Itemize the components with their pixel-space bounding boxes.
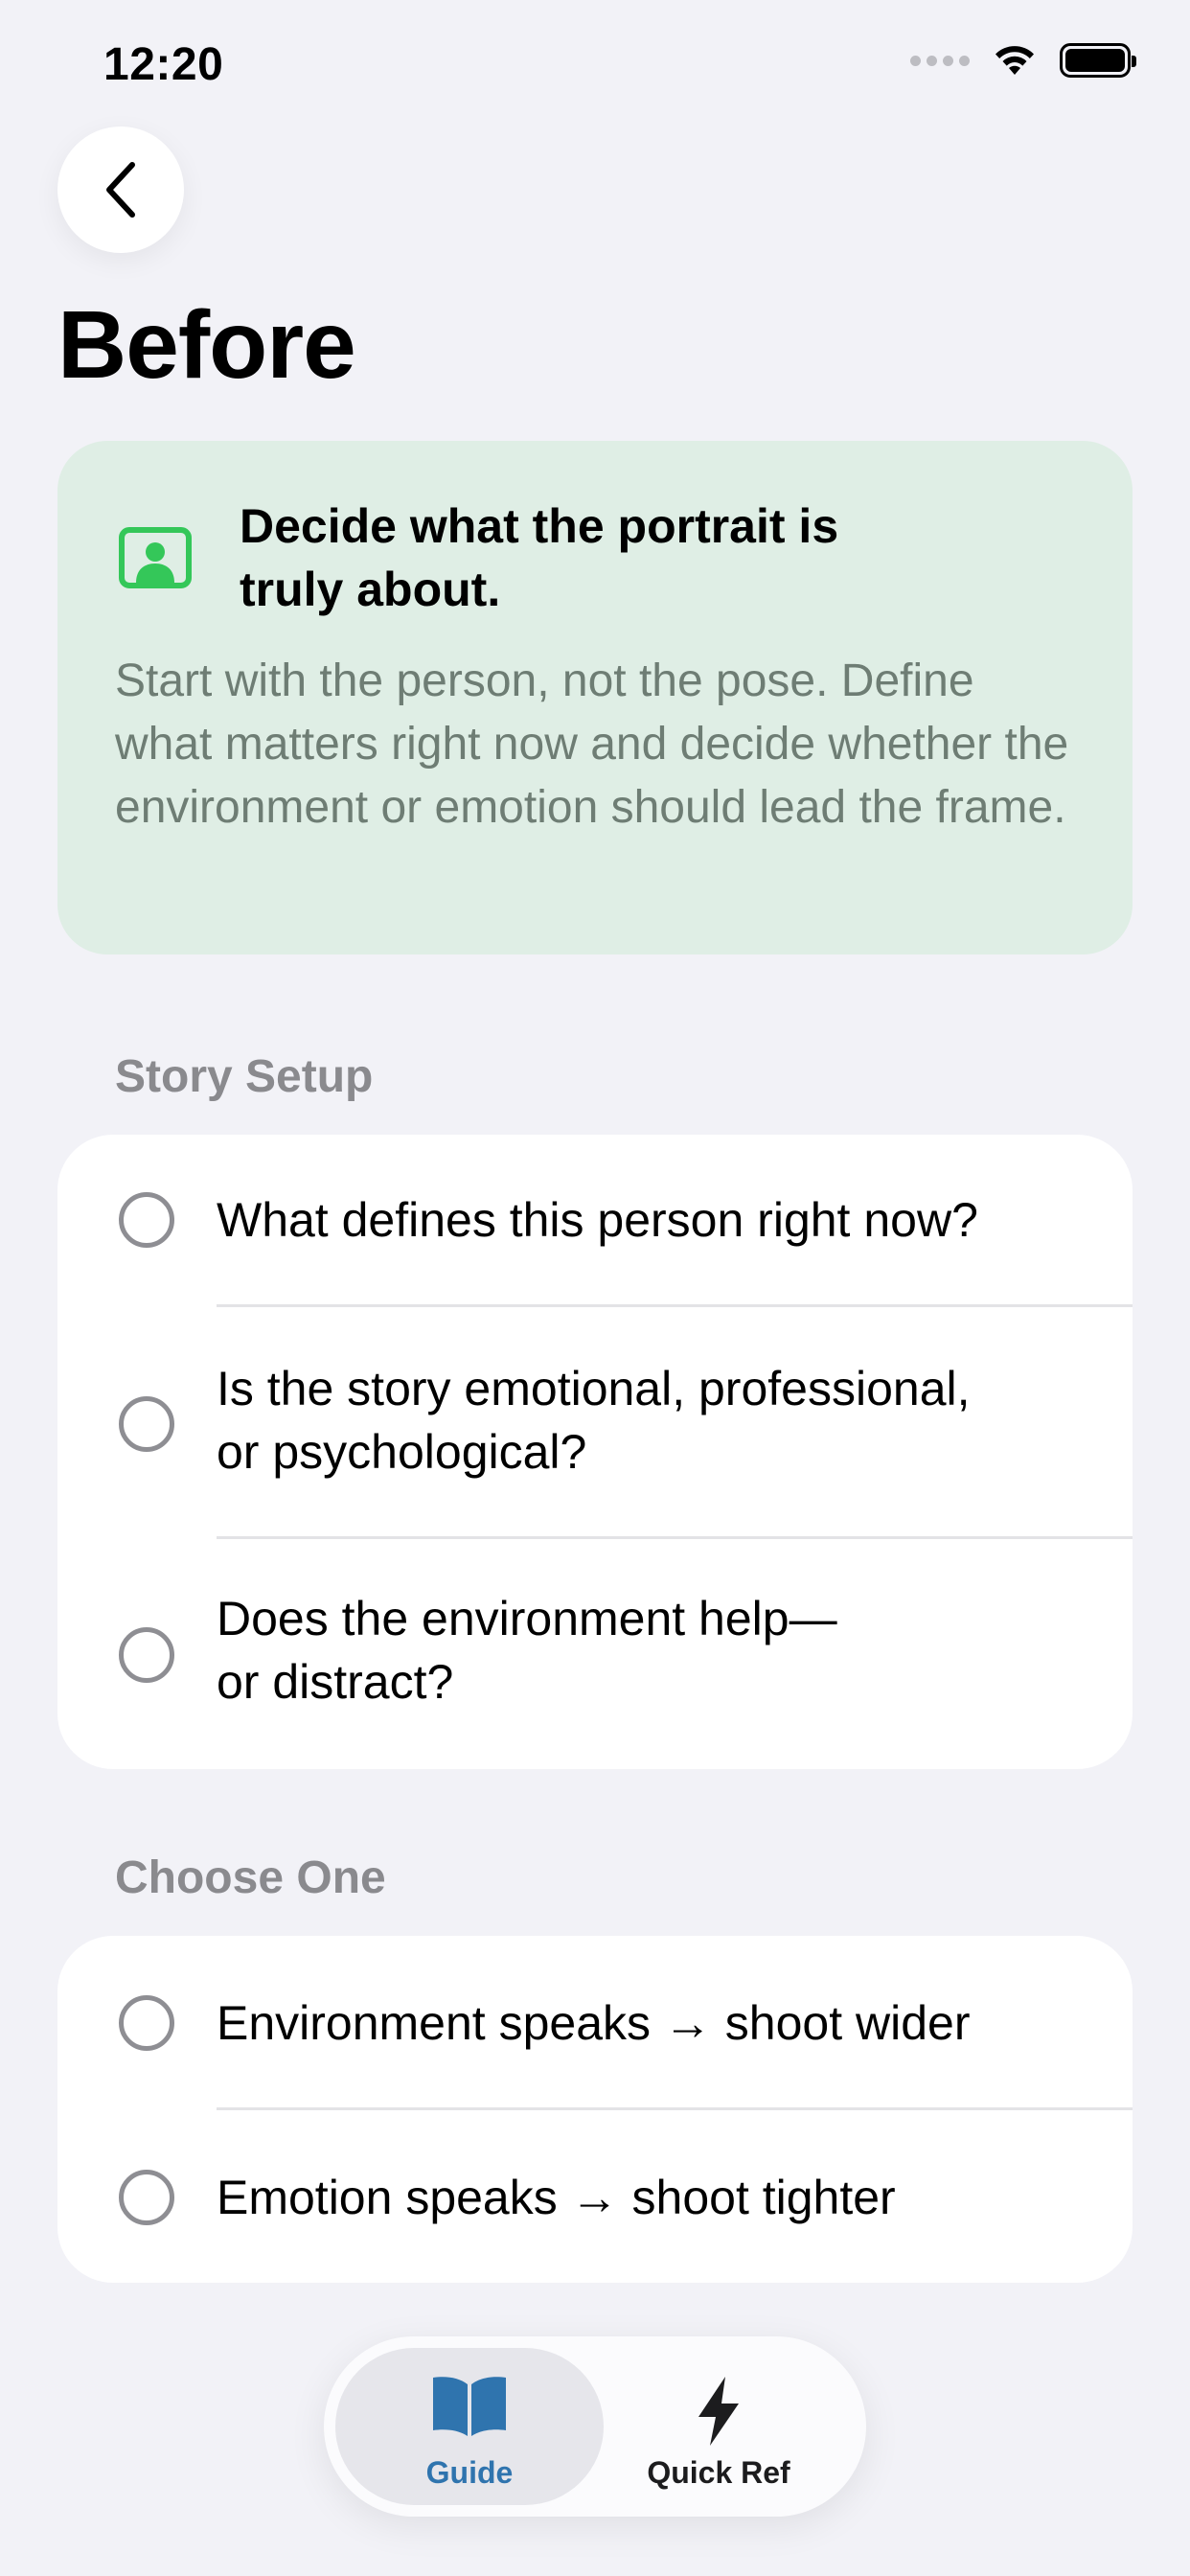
page-title: Before bbox=[57, 291, 356, 399]
radio-circle-icon[interactable] bbox=[119, 2170, 174, 2225]
chevron-left-icon bbox=[106, 162, 135, 218]
radio-circle-icon[interactable] bbox=[119, 1627, 174, 1683]
checklist-item[interactable]: What defines this person right now? bbox=[57, 1135, 1133, 1305]
radio-circle-icon[interactable] bbox=[119, 1396, 174, 1452]
status-icons bbox=[910, 42, 1136, 79]
intro-heading: Decide what the portrait is truly about. bbox=[240, 499, 839, 616]
tab-guide[interactable]: Guide bbox=[335, 2348, 604, 2505]
option-item[interactable]: Emotion speaks → shoot tighter bbox=[57, 2110, 1133, 2283]
option-item-label: Environment speaks → shoot wider bbox=[217, 1996, 971, 2050]
cellular-signal-icon bbox=[910, 55, 970, 66]
tab-quick-ref[interactable]: Quick Ref bbox=[584, 2348, 853, 2505]
choose-one-list: Environment speaks → shoot wider Emotion… bbox=[57, 1936, 1133, 2283]
book-open-icon bbox=[433, 2377, 506, 2436]
tab-label: Guide bbox=[425, 2455, 514, 2490]
intro-body: Start with the person, not the pose. Def… bbox=[115, 656, 1069, 833]
checklist-item[interactable]: Is the story emotional, professional, or… bbox=[57, 1307, 1133, 1537]
battery-icon bbox=[1060, 43, 1136, 78]
section-header-story-setup: Story Setup bbox=[115, 1051, 374, 1102]
tab-bar: Guide Quick Ref bbox=[324, 2336, 866, 2517]
status-time: 12:20 bbox=[103, 39, 224, 90]
portrait-icon bbox=[119, 527, 192, 588]
option-item[interactable]: Environment speaks → shoot wider bbox=[57, 1936, 1133, 2108]
option-item-label: Emotion speaks → shoot tighter bbox=[217, 2171, 896, 2224]
checklist-item-label: Does the environment help— or distract? bbox=[217, 1592, 837, 1709]
back-button[interactable] bbox=[57, 126, 184, 253]
section-header-choose-one: Choose One bbox=[115, 1852, 386, 1903]
checklist-item-label: Is the story emotional, professional, or… bbox=[217, 1362, 971, 1479]
checklist-item[interactable]: Does the environment help— or distract? bbox=[57, 1539, 1133, 1769]
lightning-bolt-icon bbox=[698, 2377, 739, 2446]
radio-circle-icon[interactable] bbox=[119, 1192, 174, 1248]
checklist-item-label: What defines this person right now? bbox=[217, 1193, 978, 1247]
intro-card: Decide what the portrait is truly about.… bbox=[57, 441, 1133, 954]
status-bar: 12:20 bbox=[0, 0, 1190, 125]
tab-label: Quick Ref bbox=[647, 2455, 790, 2490]
radio-circle-icon[interactable] bbox=[119, 1995, 174, 2051]
story-setup-list: What defines this person right now? Is t… bbox=[57, 1135, 1133, 1769]
wifi-icon bbox=[995, 46, 1034, 75]
